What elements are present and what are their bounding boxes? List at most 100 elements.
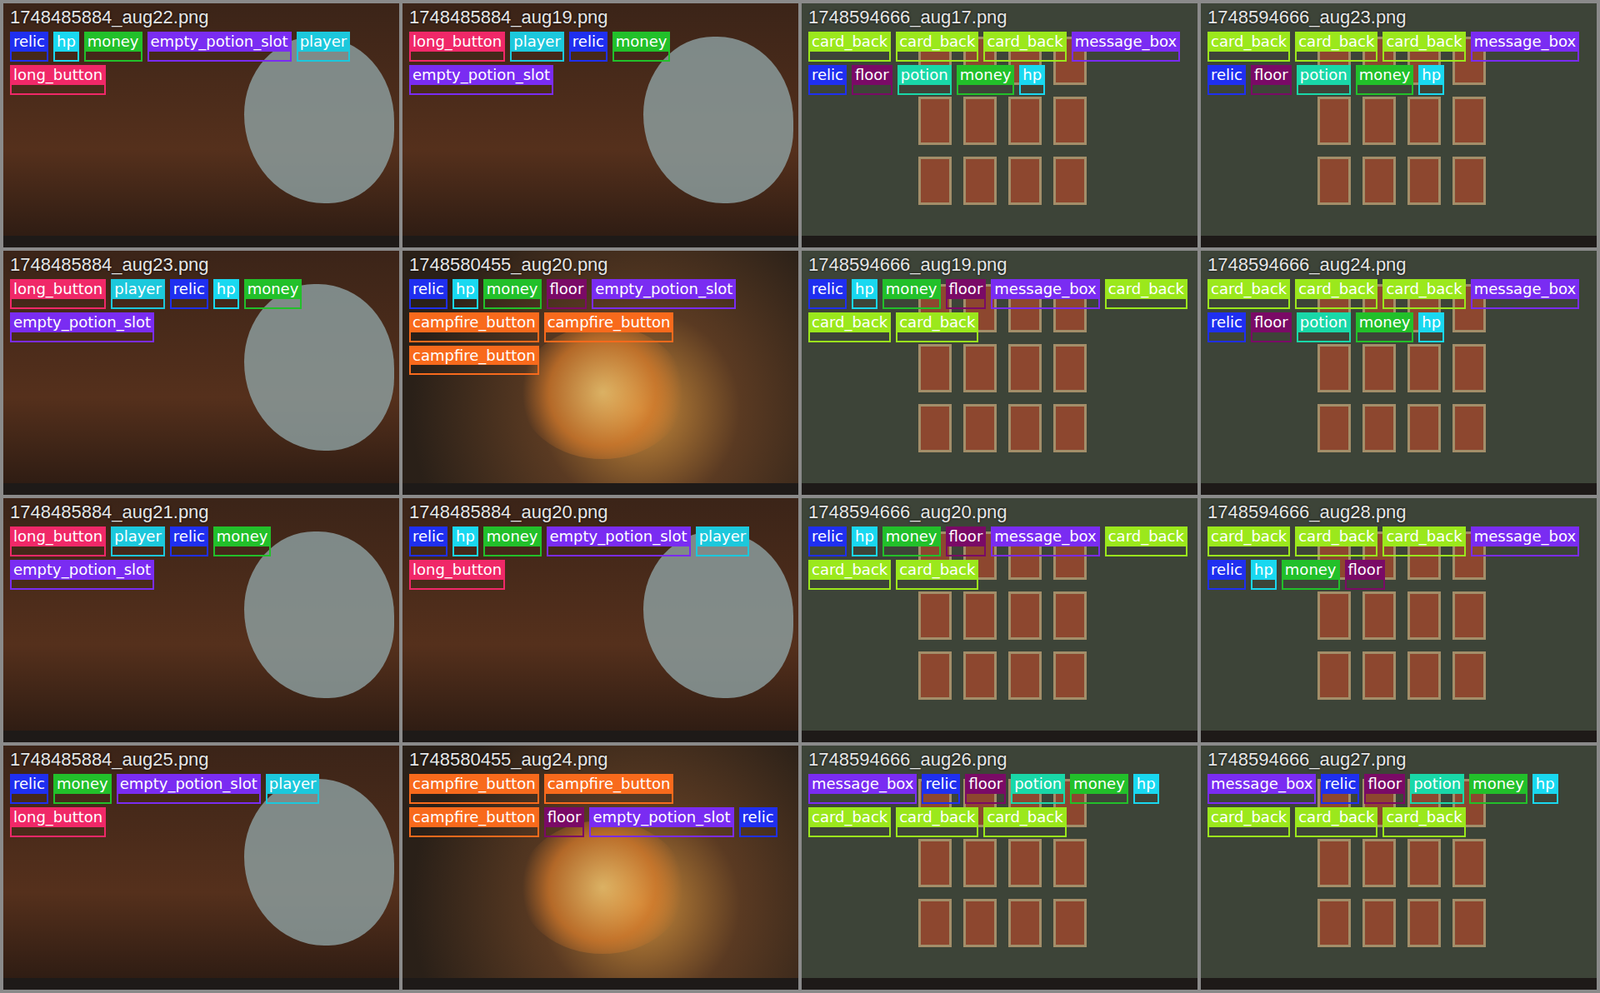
card-icon — [1362, 651, 1396, 700]
campfire-icon — [519, 325, 686, 460]
bounding-box — [1355, 332, 1415, 343]
bounding-box — [739, 827, 778, 838]
detection-label: hp — [1418, 312, 1445, 343]
hud-bar — [1200, 235, 1597, 248]
card-icon — [963, 591, 997, 640]
hud-bar — [801, 978, 1198, 990]
bounding-box — [895, 332, 979, 343]
bounding-box — [170, 299, 209, 310]
mosaic-tile: 1748485884_aug19.pnglong_buttonplayerrel… — [402, 3, 799, 248]
detection-label: floor — [1250, 312, 1292, 343]
bounding-box — [53, 794, 112, 805]
detection-label: card_back — [1207, 526, 1290, 557]
detection-label: relic — [10, 774, 49, 805]
bounding-box — [110, 299, 165, 310]
bounding-box — [591, 299, 736, 310]
bounding-box — [851, 299, 878, 310]
detection-label: floor — [1250, 65, 1292, 95]
bounding-box — [53, 51, 80, 62]
bounding-box — [1296, 332, 1351, 343]
detection-label: card_back — [983, 31, 1066, 62]
card-icon — [1317, 156, 1351, 205]
card-icon — [1053, 156, 1087, 205]
detection-label: campfire_button — [544, 774, 675, 805]
hud-bar — [1200, 978, 1597, 990]
file-name: 1748594666_aug23.png — [1207, 6, 1590, 29]
detection-label: empty_potion_slot — [409, 65, 554, 95]
card-icon — [1407, 651, 1441, 700]
card-icon — [1452, 404, 1486, 453]
bounding-box — [1207, 827, 1290, 838]
bounding-box — [990, 546, 1100, 557]
detection-label: hp — [452, 279, 479, 310]
mosaic-tile: 1748485884_aug20.pngrelichpmoneyempty_po… — [402, 498, 799, 743]
bounding-box — [808, 332, 891, 343]
card-icon — [1452, 839, 1486, 888]
detection-label: message_box — [990, 279, 1100, 310]
detection-label: relic — [1320, 774, 1360, 805]
detection-label: campfire_button — [409, 807, 540, 838]
detection-label: hp — [1418, 65, 1445, 95]
bounding-box — [10, 85, 106, 95]
bounding-box — [1071, 51, 1180, 62]
detection-label: message_box — [808, 774, 917, 805]
detection-label: floor — [945, 279, 987, 310]
detection-label: hp — [452, 526, 479, 557]
bounding-box — [409, 365, 540, 375]
detection-label: relic — [569, 31, 608, 62]
card-icon — [1452, 156, 1486, 205]
bounding-box — [1470, 546, 1580, 557]
bounding-box — [808, 580, 891, 590]
card-grid-icon — [918, 531, 1087, 700]
card-grid-icon — [1317, 779, 1486, 948]
file-name: 1748485884_aug19.png — [409, 6, 792, 29]
bounding-box — [10, 299, 106, 310]
bounding-box — [808, 299, 847, 310]
detection-label: floor — [1345, 560, 1386, 590]
bounding-box — [589, 827, 734, 838]
detection-label: relic — [808, 65, 847, 95]
bounding-box — [1207, 546, 1290, 557]
card-icon — [963, 839, 997, 888]
hud-bar — [3, 483, 400, 495]
bounding-box — [921, 794, 960, 805]
bounding-box — [808, 51, 891, 62]
bounding-box — [1105, 546, 1188, 557]
card-icon — [918, 404, 952, 453]
blob-monster-icon — [643, 36, 794, 204]
hud-bar — [402, 978, 799, 990]
card-icon — [1407, 96, 1441, 145]
detection-label: card_back — [1105, 526, 1188, 557]
detection-label: long_button — [10, 526, 106, 557]
detection-label: relic — [409, 279, 448, 310]
card-icon — [1362, 899, 1396, 948]
detection-label: long_button — [10, 65, 106, 95]
training-batch-mosaic: 1748485884_aug22.pngrelichpmoneyempty_po… — [0, 0, 1600, 993]
detection-label: player — [110, 279, 165, 310]
bounding-box — [10, 827, 106, 838]
card-icon — [1317, 839, 1351, 888]
hud-bar — [402, 730, 799, 743]
detection-label: message_box — [1470, 279, 1580, 310]
detection-label: card_back — [983, 807, 1066, 838]
detection-label: money — [53, 774, 112, 805]
detection-label: campfire_button — [409, 312, 540, 343]
card-icon — [918, 839, 952, 888]
bounding-box — [116, 794, 261, 805]
detection-label: card_back — [1382, 279, 1465, 310]
detection-label: campfire_button — [409, 774, 540, 805]
bounding-box — [1382, 546, 1465, 557]
bounding-box — [1295, 299, 1378, 310]
hud-bar — [402, 483, 799, 495]
bounding-box — [956, 85, 1015, 95]
mosaic-tile: 1748485884_aug25.pngrelicmoneyempty_poti… — [3, 745, 400, 990]
mosaic-tile: 1748594666_aug28.pngcard_backcard_backca… — [1200, 498, 1597, 743]
file-name: 1748594666_aug19.png — [808, 254, 1191, 276]
file-name: 1748594666_aug27.png — [1207, 749, 1590, 771]
card-icon — [1407, 344, 1441, 393]
bounding-box — [1382, 827, 1465, 838]
detection-label: potion — [1410, 774, 1465, 805]
mosaic-tile: 1748594666_aug17.pngcard_backcard_backca… — [801, 3, 1198, 248]
card-icon — [1053, 344, 1087, 393]
detection-label: card_back — [895, 312, 979, 343]
